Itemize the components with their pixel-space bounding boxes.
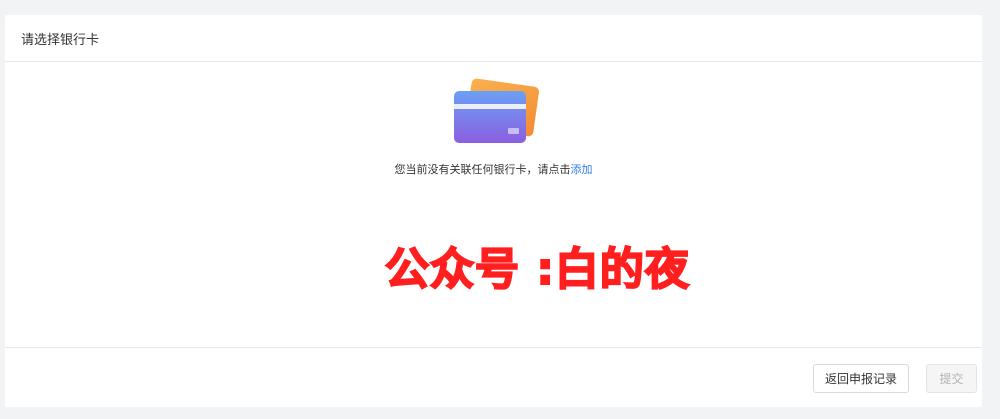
watermark-text: 公众号 :白的夜 (384, 243, 690, 296)
bank-card-panel: 请选择银行卡 您当前没有关联任何银行卡，请点击添加 公众号:白的夜 返回申报记… (5, 15, 982, 407)
empty-state: 您当前没有关联任何银行卡，请点击添加 (5, 77, 982, 177)
back-to-records-button[interactable]: 返回申报记录 (813, 364, 909, 393)
bank-card-illustration-icon (453, 78, 539, 143)
panel-header: 请选择银行卡 (5, 15, 982, 62)
panel-footer: 返回申报记录 提交 (5, 347, 982, 407)
add-card-link[interactable]: 添加 (571, 163, 593, 176)
empty-message: 您当前没有关联任何银行卡，请点击添加 (395, 161, 593, 177)
submit-button[interactable]: 提交 (926, 364, 977, 393)
panel-title: 请选择银行卡 (21, 32, 100, 48)
empty-message-text: 您当前没有关联任何银行卡，请点击 (394, 163, 571, 176)
